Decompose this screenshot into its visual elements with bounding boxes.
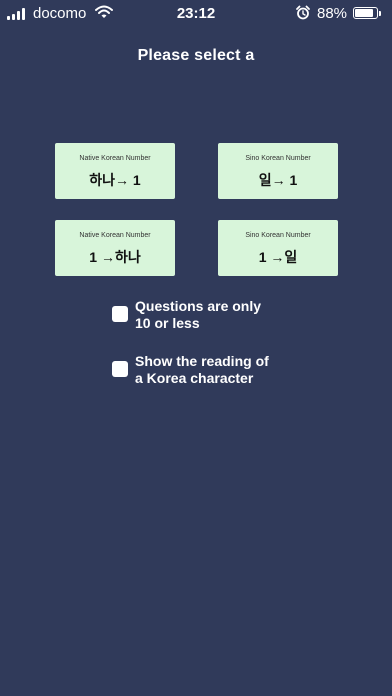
mode-card-label: 1 →하나 [89, 249, 141, 265]
mode-card-number-to-sino[interactable]: Sino Korean Number 1 →일 [218, 220, 338, 276]
mode-card-number-to-native[interactable]: Native Korean Number 1 →하나 [55, 220, 175, 276]
mode-card-label: 1 →일 [258, 249, 298, 265]
show-reading-label: Show the reading of a Korea character [135, 353, 269, 386]
mode-card-subtitle: Sino Korean Number [245, 155, 311, 162]
battery-icon [353, 7, 383, 20]
show-reading-checkbox[interactable] [112, 361, 128, 377]
mode-card-subtitle: Sino Korean Number [245, 232, 311, 239]
battery-percentage: 88% [317, 5, 348, 22]
mode-card-subtitle: Native Korean Number [79, 155, 151, 162]
option-show-reading[interactable]: Show the reading of a Korea character [112, 353, 312, 389]
alarm-clock-icon [296, 5, 310, 20]
status-bar: docomo 23:12 88% [0, 0, 392, 28]
mode-card-label: 하나→ 1 [89, 172, 141, 188]
option-limit-questions[interactable]: Questions are only 10 or less [112, 298, 312, 334]
mode-card-native-to-number[interactable]: Native Korean Number 하나→ 1 [55, 143, 175, 199]
mode-card-subtitle: Native Korean Number [79, 232, 151, 239]
limit-questions-checkbox[interactable] [112, 306, 128, 322]
page-title: Please select a [137, 47, 255, 64]
mode-card-label: 일→ 1 [258, 172, 298, 188]
mode-card-sino-to-number[interactable]: Sino Korean Number 일→ 1 [218, 143, 338, 199]
limit-questions-label: Questions are only 10 or less [135, 298, 262, 331]
